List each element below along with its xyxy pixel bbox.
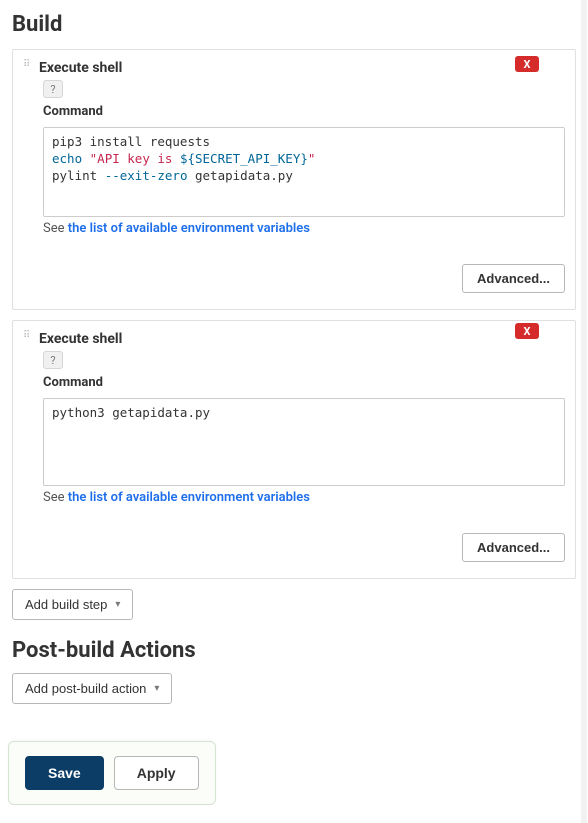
build-section-title: Build — [12, 12, 576, 37]
chevron-down-icon: ▾ — [115, 599, 120, 610]
env-vars-hint: See the list of available environment va… — [43, 490, 565, 505]
step-title: Execute shell — [39, 60, 122, 76]
step-title: Execute shell — [39, 331, 122, 347]
step-actions-row: Advanced... — [23, 264, 565, 293]
command-textarea[interactable]: python3 getapidata.py — [43, 398, 565, 486]
env-vars-link[interactable]: the list of available environment variab… — [68, 490, 310, 505]
footer-bar: Save Apply — [8, 741, 216, 805]
build-step-card: X ⠿ Execute shell ? Command pip3 install… — [12, 49, 576, 310]
add-postbuild-action-button[interactable]: Add post-build action ▾ — [12, 673, 172, 704]
apply-button[interactable]: Apply — [114, 756, 199, 790]
add-postbuild-action-label: Add post-build action — [25, 681, 146, 696]
add-build-step-button[interactable]: Add build step ▾ — [12, 589, 133, 620]
drag-handle-icon[interactable]: ⠿ — [23, 61, 33, 75]
build-step-card: X ⠿ Execute shell ? Command python3 geta… — [12, 320, 576, 579]
step-header: ⠿ Execute shell — [23, 60, 565, 76]
help-icon[interactable]: ? — [43, 80, 63, 98]
hint-prefix: See — [43, 490, 68, 505]
add-build-step-label: Add build step — [25, 597, 107, 612]
drag-handle-icon[interactable]: ⠿ — [23, 332, 33, 346]
chevron-down-icon: ▾ — [154, 683, 159, 694]
command-textarea[interactable]: pip3 install requests echo "API key is $… — [43, 127, 565, 217]
advanced-button[interactable]: Advanced... — [462, 264, 565, 293]
advanced-button[interactable]: Advanced... — [462, 533, 565, 562]
command-label: Command — [43, 104, 565, 119]
delete-step-button[interactable]: X — [515, 323, 539, 339]
delete-step-button[interactable]: X — [515, 56, 539, 72]
command-label: Command — [43, 375, 565, 390]
hint-prefix: See — [43, 221, 68, 236]
step-header: ⠿ Execute shell — [23, 331, 565, 347]
step-actions-row: Advanced... — [23, 533, 565, 562]
scrollbar[interactable] — [581, 0, 587, 823]
env-vars-link[interactable]: the list of available environment variab… — [68, 221, 310, 236]
env-vars-hint: See the list of available environment va… — [43, 221, 565, 236]
page-content: Build X ⠿ Execute shell ? Command pip3 i… — [0, 0, 588, 704]
postbuild-section-title: Post-build Actions — [12, 638, 576, 663]
save-button[interactable]: Save — [25, 756, 104, 790]
help-icon[interactable]: ? — [43, 351, 63, 369]
